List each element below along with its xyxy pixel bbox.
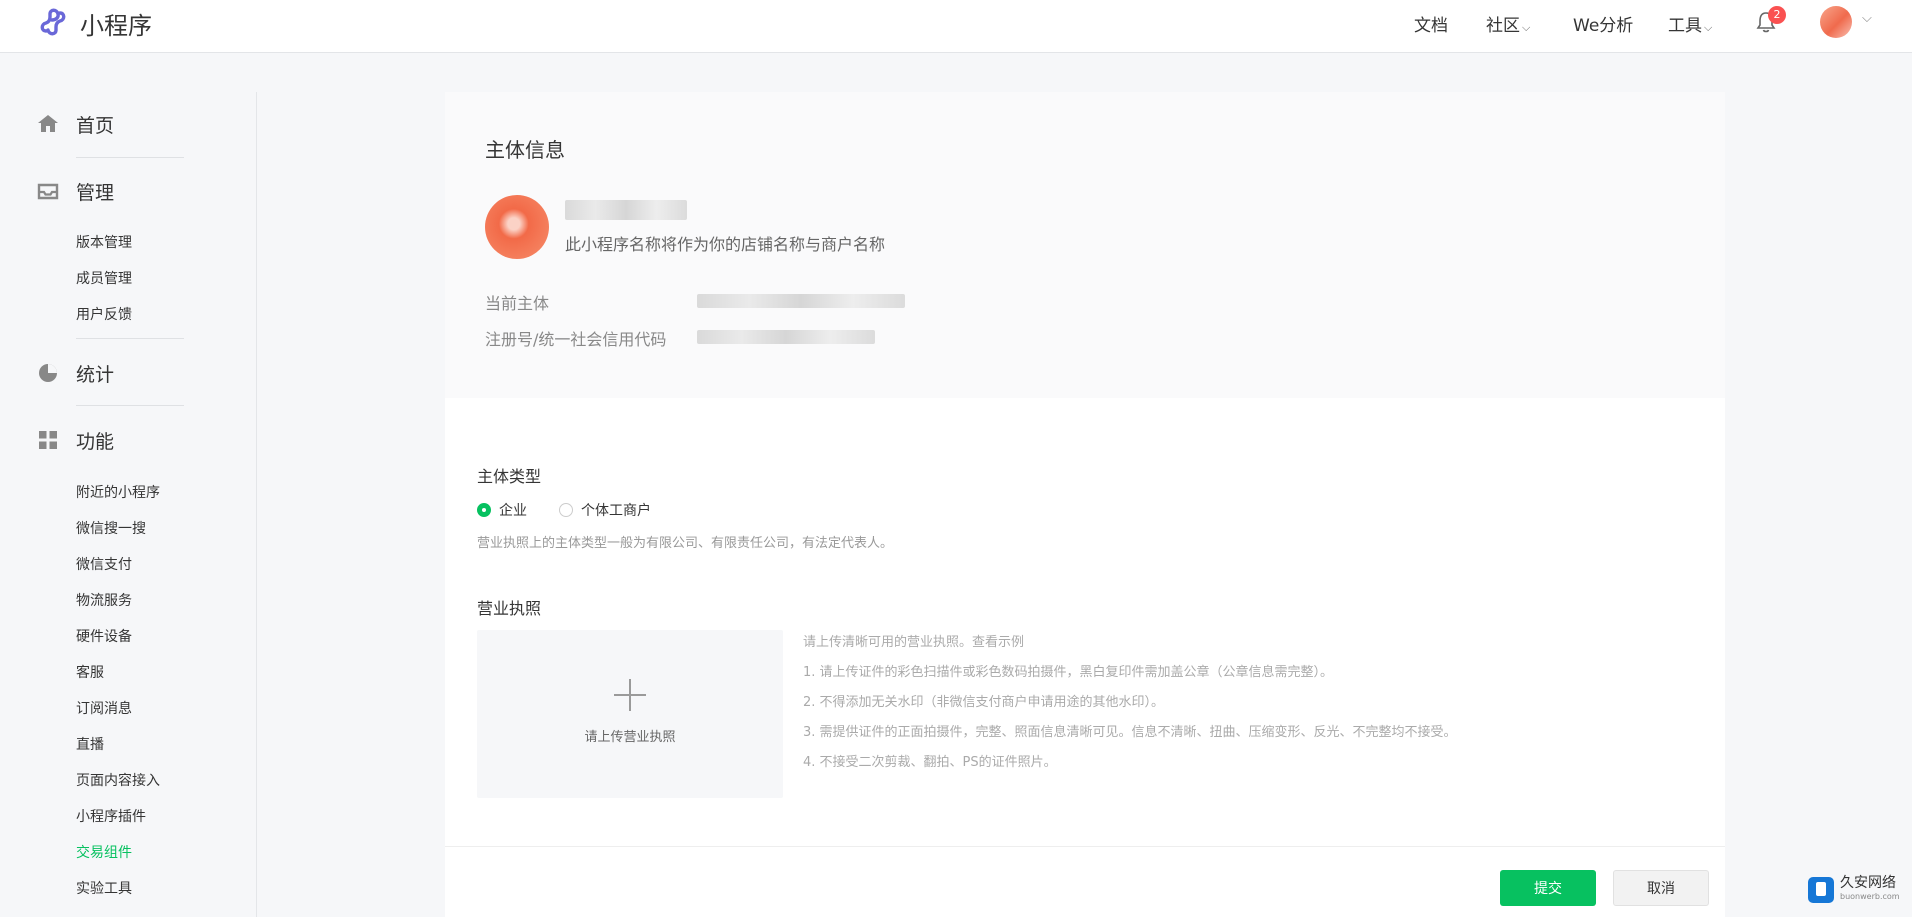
- section-title: 主体信息: [485, 138, 565, 162]
- divider: [76, 405, 184, 406]
- license-upload-area[interactable]: 请上传营业执照: [477, 630, 783, 798]
- sidebar-item-lab[interactable]: 实验工具: [76, 878, 132, 898]
- radio-checked-icon: [477, 503, 491, 517]
- sidebar-item-plugins[interactable]: 小程序插件: [76, 806, 146, 826]
- license-rule: 3. 需提供证件的正面拍摄件，完整、照面信息清晰可见。信息不清晰、扭曲、压缩变形…: [803, 725, 1457, 740]
- watermark-subtitle: buonwerb.com: [1840, 892, 1900, 901]
- mini-program-avatar: [485, 195, 549, 259]
- current-entity-label: 当前主体: [485, 294, 550, 313]
- footer-divider: [445, 846, 1725, 847]
- license-rule: 2. 不得添加无关水印（非微信支付商户申请用途的其他水印）。: [803, 695, 1165, 710]
- chevron-down-icon: ⌵: [1522, 21, 1531, 34]
- license-rule: 1. 请上传证件的彩色扫描件或彩色数码拍摄件，黑白复印件需加盖公章（公章信息需完…: [803, 665, 1334, 680]
- sidebar-item-pay[interactable]: 微信支付: [76, 554, 132, 574]
- radio-unchecked-icon: [559, 503, 573, 517]
- view-example-link[interactable]: 查看示例: [972, 635, 1024, 650]
- blurred-credit-code: [697, 330, 875, 344]
- sidebar-item-feedback[interactable]: 用户反馈: [76, 304, 132, 324]
- sidebar-section-features[interactable]: 功能: [36, 422, 114, 458]
- divider: [76, 157, 184, 158]
- main-card: 主体信息 此小程序名称将作为你的店铺名称与商户名称 当前主体 注册号/统一社会信…: [445, 92, 1725, 917]
- grid-icon: [39, 431, 57, 449]
- license-title: 营业执照: [477, 599, 542, 618]
- submit-button[interactable]: 提交: [1500, 870, 1596, 906]
- sidebar-item-subscribe[interactable]: 订阅消息: [76, 698, 132, 718]
- pie-chart-icon: [39, 364, 57, 382]
- notification-badge: 2: [1768, 6, 1786, 24]
- entity-info-panel: 主体信息 此小程序名称将作为你的店铺名称与商户名称 当前主体 注册号/统一社会信…: [445, 92, 1725, 398]
- sidebar-item-live[interactable]: 直播: [76, 734, 104, 754]
- blurred-entity-value: [697, 294, 905, 308]
- sidebar-item-version[interactable]: 版本管理: [76, 232, 132, 252]
- top-bar: 小程序 文档 社区 ⌵ We分析 工具 ⌵ 2 ⌵: [0, 0, 1912, 53]
- chevron-down-icon: ⌵: [1704, 21, 1713, 34]
- sidebar-item-members[interactable]: 成员管理: [76, 268, 132, 288]
- radio-individual[interactable]: 个体工商户: [559, 500, 651, 520]
- nav-community[interactable]: 社区 ⌵: [1486, 11, 1530, 36]
- nav-docs[interactable]: 文档: [1414, 11, 1448, 36]
- home-icon: [38, 115, 58, 132]
- license-rules-intro: 请上传清晰可用的营业执照。查看示例: [803, 635, 1025, 650]
- mini-program-logo-icon[interactable]: [38, 5, 72, 39]
- entity-type-title: 主体类型: [477, 467, 542, 486]
- brand-title: 小程序: [80, 12, 152, 40]
- sidebar-section-stats[interactable]: 统计: [36, 355, 114, 391]
- sidebar-border: [256, 92, 257, 917]
- sidebar-item-logistics[interactable]: 物流服务: [76, 590, 132, 610]
- sidebar-item-trade-component[interactable]: 交易组件: [76, 842, 132, 862]
- plus-icon: [614, 679, 646, 711]
- sidebar-item-service[interactable]: 客服: [76, 662, 104, 682]
- sidebar-section-home[interactable]: 首页: [36, 106, 114, 142]
- inbox-icon: [37, 183, 59, 200]
- sidebar-item-hardware[interactable]: 硬件设备: [76, 626, 132, 646]
- sidebar: 首页 管理 版本管理 成员管理 用户反馈 统计 功能 附近的小程序 微信搜一搜 …: [0, 53, 256, 917]
- divider: [76, 338, 184, 339]
- sidebar-section-manage[interactable]: 管理: [36, 173, 114, 209]
- cancel-button[interactable]: 取消: [1613, 870, 1709, 906]
- watermark-logo-icon: [1808, 877, 1834, 903]
- blurred-app-name: [565, 200, 687, 220]
- nav-tools[interactable]: 工具 ⌵: [1668, 11, 1712, 36]
- site-watermark: 久安网络 buonwerb.com: [1808, 876, 1900, 904]
- entity-type-hint: 营业执照上的主体类型一般为有限公司、有限责任公司，有法定代表人。: [477, 536, 894, 551]
- nav-we-analytics[interactable]: We分析: [1573, 11, 1633, 36]
- chevron-down-icon[interactable]: ⌵: [1862, 11, 1872, 26]
- watermark-title: 久安网络: [1840, 875, 1896, 891]
- radio-enterprise[interactable]: 企业: [477, 500, 527, 520]
- credit-code-label: 注册号/统一社会信用代码: [485, 330, 667, 349]
- sidebar-item-search[interactable]: 微信搜一搜: [76, 518, 146, 538]
- upload-label: 请上传营业执照: [584, 730, 676, 745]
- license-rule: 4. 不接受二次剪裁、翻拍、PS的证件照片。: [803, 755, 1057, 770]
- sidebar-item-nearby[interactable]: 附近的小程序: [76, 482, 160, 502]
- user-avatar[interactable]: [1820, 6, 1852, 38]
- sidebar-item-content-access[interactable]: 页面内容接入: [76, 770, 160, 790]
- store-name-note: 此小程序名称将作为你的店铺名称与商户名称: [565, 235, 886, 254]
